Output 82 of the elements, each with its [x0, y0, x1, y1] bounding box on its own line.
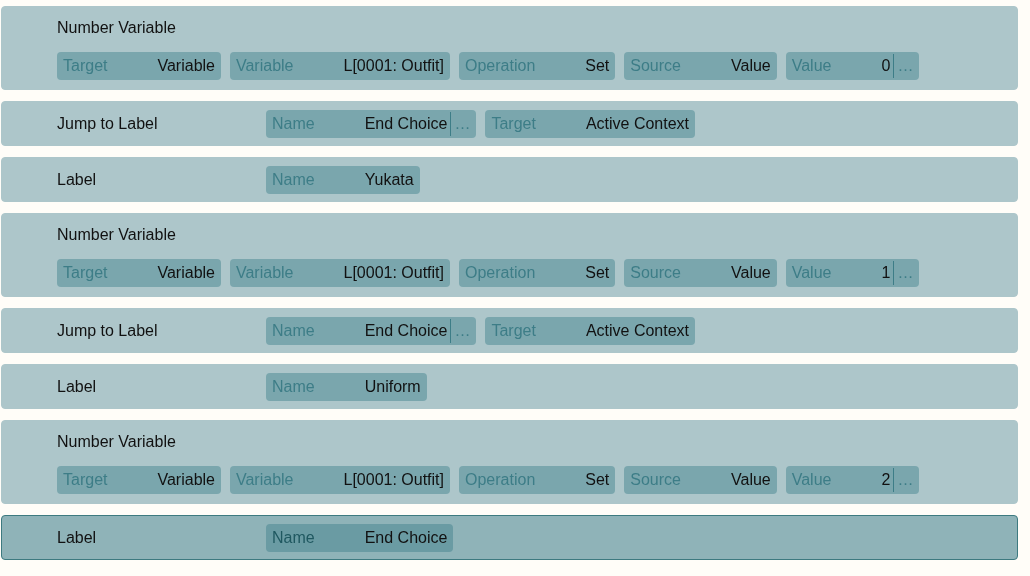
parameter-value: Active Context: [585, 113, 690, 134]
parameter-label: Value: [791, 470, 832, 490]
parameter-label: Target: [63, 56, 108, 76]
parameter-value: Variable: [157, 263, 215, 283]
parameter-value: 1: [881, 263, 891, 283]
command-row[interactable]: Jump to Label Name End Choice … Target Active Context: [1, 308, 1018, 353]
parameter-field[interactable]: Source Value: [624, 466, 777, 494]
parameter-value: Set: [585, 56, 610, 76]
parameter-label: Value: [791, 263, 832, 283]
parameter-label: Value: [791, 56, 832, 76]
parameter-value: Value: [731, 56, 771, 76]
parameter-field[interactable]: Target Active Context: [485, 316, 696, 345]
parameter-field[interactable]: Name End Choice: [266, 523, 454, 552]
parameter-value: Variable: [157, 470, 215, 490]
parameter-value: End Choice: [364, 320, 448, 341]
parameter-field[interactable]: Target Variable: [57, 466, 221, 494]
parameter-value: Variable: [157, 56, 215, 76]
parameter-field[interactable]: Variable L[0001: Outfit]: [230, 466, 450, 494]
parameter-field[interactable]: Operation Set: [459, 466, 616, 494]
parameter-field[interactable]: Target Active Context: [485, 109, 696, 138]
parameter-field[interactable]: Value 0 …: [785, 52, 920, 80]
parameter-field[interactable]: Operation Set: [459, 259, 616, 287]
parameter-value: 2: [881, 470, 891, 490]
parameter-field[interactable]: Value 2 …: [785, 466, 920, 494]
parameter-label: Operation: [465, 470, 536, 490]
parameter-value: L[0001: Outfit]: [343, 263, 444, 283]
parameter-value: 0: [881, 56, 891, 76]
command-row[interactable]: Number Variable Target Variable Variable L[0001: Outfit] Operation Set Source Value Value 2 …: [1, 420, 1018, 504]
parameter-label: Target: [63, 470, 108, 490]
parameter-label: Name: [272, 169, 315, 190]
command-row[interactable]: Label Name Uniform: [1, 364, 1018, 409]
command-title: Label: [57, 169, 98, 190]
command-title: Jump to Label: [57, 320, 159, 341]
parameter-value: End Choice: [364, 527, 448, 548]
parameter-label: Target: [63, 263, 108, 283]
parameter-label: Variable: [236, 263, 294, 283]
parameter-field[interactable]: Target Variable: [57, 52, 221, 80]
command-title: Number Variable: [57, 432, 177, 452]
command-title: Number Variable: [57, 225, 177, 245]
parameter-field[interactable]: Variable L[0001: Outfit]: [230, 259, 450, 287]
parameter-field[interactable]: Name Yukata: [266, 165, 420, 194]
command-row[interactable]: Number Variable Target Variable Variable L[0001: Outfit] Operation Set Source Value Value 0 …: [1, 6, 1018, 90]
parameter-label: Name: [272, 113, 315, 134]
command-title: Label: [57, 376, 98, 397]
parameter-value: Active Context: [585, 320, 690, 341]
command-title: Number Variable: [57, 18, 177, 38]
parameter-label: Operation: [465, 56, 536, 76]
parameter-value: Set: [585, 263, 610, 283]
parameter-field[interactable]: Name Uniform: [266, 372, 427, 401]
parameter-value: Value: [731, 263, 771, 283]
command-row[interactable]: Label Name Yukata: [1, 157, 1018, 202]
parameter-value: Yukata: [364, 169, 414, 190]
command-title: Label: [57, 527, 98, 548]
parameter-field[interactable]: Source Value: [624, 52, 777, 80]
parameter-field[interactable]: Name End Choice …: [266, 316, 477, 345]
command-row[interactable]: Jump to Label Name End Choice … Target Active Context: [1, 101, 1018, 146]
parameter-value: Uniform: [364, 376, 421, 397]
parameter-value: Value: [731, 470, 771, 490]
command-row[interactable]: Label Name End Choice: [1, 515, 1018, 560]
parameter-field[interactable]: Name End Choice …: [266, 109, 477, 138]
parameter-field[interactable]: Operation Set: [459, 52, 616, 80]
parameter-label: Source: [630, 56, 681, 76]
parameter-value: Set: [585, 470, 610, 490]
command-row[interactable]: Number Variable Target Variable Variable L[0001: Outfit] Operation Set Source Value Value 1 …: [1, 213, 1018, 297]
parameter-label: Variable: [236, 56, 294, 76]
parameter-value: L[0001: Outfit]: [343, 56, 444, 76]
parameter-value: End Choice: [364, 113, 448, 134]
parameter-label: Variable: [236, 470, 294, 490]
parameter-value: L[0001: Outfit]: [343, 470, 444, 490]
parameter-label: Source: [630, 470, 681, 490]
parameter-field[interactable]: Value 1 …: [785, 259, 920, 287]
parameter-label: Source: [630, 263, 681, 283]
command-title: Jump to Label: [57, 113, 159, 134]
parameter-field[interactable]: Source Value: [624, 259, 777, 287]
parameter-label: Name: [272, 527, 315, 548]
parameter-field[interactable]: Target Variable: [57, 259, 221, 287]
parameter-label: Name: [272, 320, 315, 341]
parameter-field[interactable]: Variable L[0001: Outfit]: [230, 52, 450, 80]
parameter-label: Operation: [465, 263, 536, 283]
parameter-label: Name: [272, 376, 315, 397]
parameter-label: Target: [491, 113, 536, 134]
parameter-label: Target: [491, 320, 536, 341]
